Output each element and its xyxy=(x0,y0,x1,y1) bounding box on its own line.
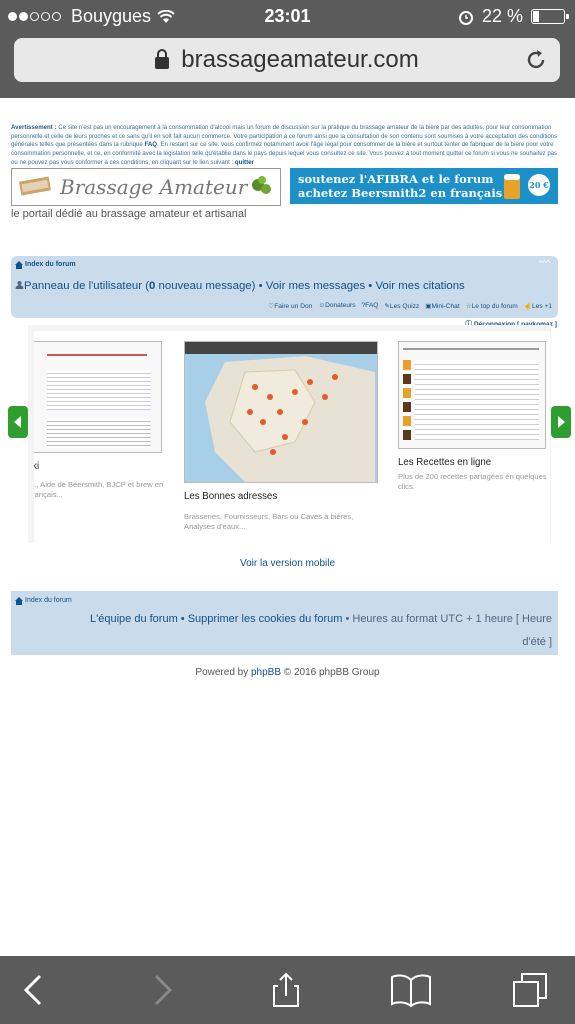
status-bar: Bouygues 23:01 22 % xyxy=(0,0,575,34)
map-icon xyxy=(185,342,377,482)
price-badge: 20 € xyxy=(528,174,550,196)
timezone-text: Heures au format UTC + 1 heure [ Heure xyxy=(352,613,552,625)
recipes-screenshot xyxy=(398,341,546,449)
donors-link[interactable]: ☺Donateurs xyxy=(318,302,355,310)
plus-one-link[interactable]: ☝Les +1 xyxy=(524,302,552,310)
forum-footer: Index du forum L'équipe du forum • Suppr… xyxy=(11,591,558,655)
wiki-screenshot xyxy=(34,341,162,453)
powered-by: Powered by phpBB © 2016 phpBB Group xyxy=(195,667,380,678)
quiz-link[interactable]: ✎Les Quizz xyxy=(384,302,419,310)
top-forum-link[interactable]: ☆Le top du forum xyxy=(466,302,518,310)
forum-index-link[interactable]: Index du forum xyxy=(25,261,76,268)
team-link[interactable]: L'équipe du forum xyxy=(90,613,178,625)
afibra-banner[interactable]: soutenez l'AFIBRA et le forum achetez Be… xyxy=(290,168,558,204)
forum-navbar: Index du forum ^^^ Panneau de l'utilisat… xyxy=(11,256,558,318)
disclaimer-label: Avertissement : xyxy=(11,124,57,131)
share-icon[interactable] xyxy=(268,972,304,1008)
quit-link[interactable]: quitter xyxy=(235,159,254,166)
mobile-version-link[interactable]: Voir la version mobile xyxy=(0,558,575,569)
battery-percent: 22 % xyxy=(481,6,523,26)
disclaimer: Avertissement : Ce site n'est pas un enc… xyxy=(11,124,559,168)
carousel-next-button[interactable] xyxy=(551,406,571,438)
slide-title: Les Bonnes adresses xyxy=(184,491,278,502)
tabs-icon[interactable] xyxy=(512,972,548,1008)
carousel-track: iki ..., Aide de Beersmith, BJCP et brew… xyxy=(34,331,550,543)
home-icon xyxy=(15,261,23,269)
collapse-toggle[interactable]: ^^^ xyxy=(539,259,550,268)
footer-index-link[interactable]: Index du forum xyxy=(25,597,72,604)
carousel-slide-wiki[interactable]: iki ..., Aide de Beersmith, BJCP et brew… xyxy=(34,341,166,500)
banner-line-1: soutenez l'AFIBRA et le forum xyxy=(298,172,494,186)
slide-title: iki xyxy=(34,461,40,472)
minichat-link[interactable]: ▣Mini-Chat xyxy=(425,302,459,310)
site-logo[interactable]: Brassage Amateur xyxy=(11,168,281,206)
address-bar[interactable]: brassageamateur.com xyxy=(14,38,560,82)
forward-icon[interactable] xyxy=(144,972,180,1008)
carousel-slide-recettes[interactable]: Les Recettes en ligne Plus de 200 recett… xyxy=(398,341,548,492)
home-icon xyxy=(15,597,23,605)
timezone-text-2: d'été ] xyxy=(522,636,552,648)
footer-links: L'équipe du forum • Supprimer les cookie… xyxy=(90,613,552,625)
my-citations-link[interactable]: Voir mes citations xyxy=(375,280,464,292)
slide-desc: Brasseries, Fournisseurs, Bars ou Caves … xyxy=(184,512,354,531)
lock-icon xyxy=(155,49,170,69)
logo-title: Brassage Amateur xyxy=(60,175,248,199)
battery-icon xyxy=(531,9,569,24)
my-messages-link[interactable]: Voir mes messages xyxy=(266,280,365,292)
user-panel-icon xyxy=(15,281,24,289)
faq-nav-link[interactable]: ?FAQ xyxy=(362,302,379,310)
quick-links: ♡Faire un Don ☺Donateurs ?FAQ ✎Les Quizz… xyxy=(268,302,552,310)
back-icon[interactable] xyxy=(16,972,52,1008)
carousel-slide-adresses[interactable]: Les Bonnes adresses Brasseries, Fourniss… xyxy=(184,341,380,532)
slide-title: Les Recettes en ligne xyxy=(398,457,492,468)
url-text: brassageamateur.com xyxy=(181,46,419,73)
map-screenshot xyxy=(184,341,378,483)
tagline: le portail dédié au brassage amateur et … xyxy=(11,208,247,220)
hops-icon xyxy=(252,176,271,194)
bookmarks-icon[interactable] xyxy=(390,972,432,1008)
web-page: Avertissement : Ce site n'est pas un enc… xyxy=(0,98,575,956)
alarm-icon xyxy=(458,10,473,25)
delete-cookies-link[interactable]: Supprimer les cookies du forum xyxy=(188,613,343,625)
donate-link[interactable]: ♡Faire un Don xyxy=(268,302,312,310)
browser-toolbar xyxy=(0,956,575,1024)
reload-icon[interactable] xyxy=(524,48,548,72)
phpbb-link[interactable]: phpBB xyxy=(251,667,281,678)
user-panel-link[interactable]: Panneau de l'utilisateur (0 nouveau mess… xyxy=(24,280,255,292)
battery-info: 22 % xyxy=(458,6,569,27)
faq-link[interactable]: FAQ xyxy=(144,141,157,148)
carousel-prev-button[interactable] xyxy=(8,406,28,438)
logo-badge-icon xyxy=(19,176,51,196)
browser-chrome: brassageamateur.com xyxy=(0,34,575,98)
carousel: iki ..., Aide de Beersmith, BJCP et brew… xyxy=(28,325,551,543)
user-links: Panneau de l'utilisateur (0 nouveau mess… xyxy=(15,280,465,292)
beer-glass-icon xyxy=(504,174,520,199)
slide-desc: Plus de 200 recettes partagées en quelqu… xyxy=(398,472,547,491)
banner-line-2: achetez Beersmith2 en français xyxy=(298,186,503,200)
slide-desc: ..., Aide de Beersmith, BJCP et brew en … xyxy=(34,480,164,499)
